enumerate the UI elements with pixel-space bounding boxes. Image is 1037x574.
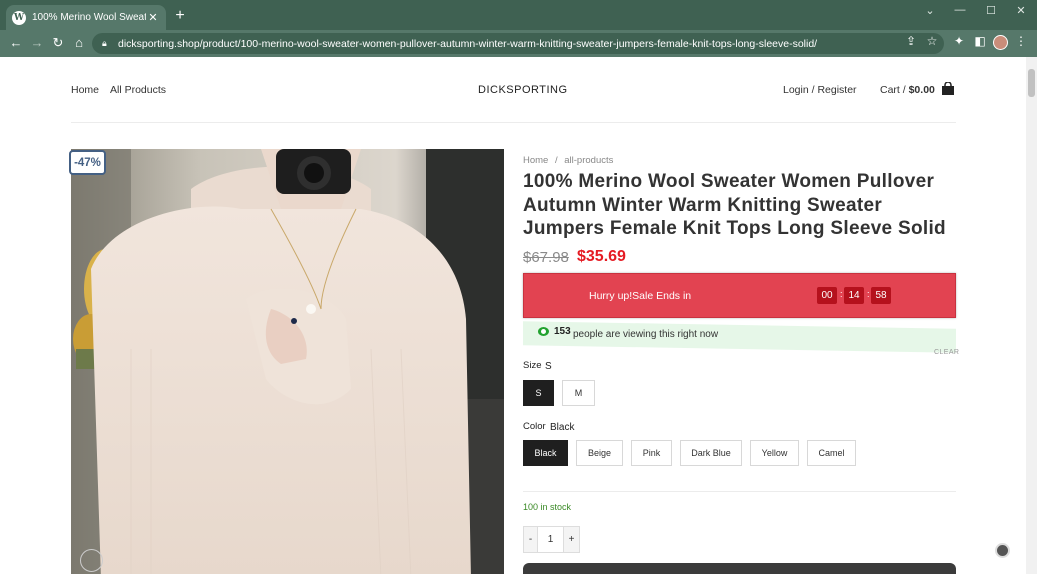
breadcrumb-all-products[interactable]: all-products [564, 155, 613, 166]
tab-title: 100% Merino Wool Sweater Wo [32, 12, 146, 23]
breadcrumb-separator: / [554, 155, 558, 166]
chat-widget-icon[interactable] [995, 543, 1010, 558]
shopping-bag-icon[interactable] [941, 82, 955, 95]
sale-text: Hurry up!Sale Ends in [589, 290, 692, 302]
page-scrollbar[interactable] [1026, 57, 1037, 574]
size-option-s[interactable]: S [523, 380, 554, 406]
tab-search-icon[interactable]: ⌄ [920, 4, 940, 17]
size-selected-value: S [545, 361, 552, 372]
menu-kebab-icon[interactable]: ⋮ [1013, 34, 1029, 48]
lock-icon: 🔒︎ [102, 38, 107, 48]
browser-toolbar: ← → ↻ ⌂ 🔒︎ dicksporting.shop/product/100… [0, 30, 1037, 57]
details-divider [523, 491, 956, 492]
minimize-icon[interactable]: — [950, 4, 970, 16]
sale-countdown-banner: Hurry up!Sale Ends in 00 : 14 : 58 [523, 273, 956, 318]
color-option-black[interactable]: Black [523, 440, 568, 466]
quantity-input[interactable]: 1 [538, 527, 563, 552]
browser-tab-bar: W 100% Merino Wool Sweater Wo ✕ + ⌄ — ☐ … [0, 0, 1037, 30]
eye-pupil [541, 329, 546, 334]
login-register-link[interactable]: Login / Register [783, 84, 857, 96]
quantity-increase-button[interactable]: + [563, 527, 579, 552]
color-selected-value: Black [550, 422, 575, 433]
color-option-pink[interactable]: Pink [631, 440, 672, 466]
nav-all-products[interactable]: All Products [110, 84, 166, 96]
color-option-yellow[interactable]: Yellow [750, 440, 799, 466]
back-icon[interactable]: ← [8, 35, 24, 51]
product-title: 100% Merino Wool Sweater Women Pullover … [523, 171, 946, 239]
browser-tab[interactable]: W 100% Merino Wool Sweater Wo ✕ [6, 5, 166, 30]
sweater-photo [71, 149, 504, 574]
close-tab-icon[interactable]: ✕ [146, 11, 160, 24]
stock-status: 100 in stock [523, 502, 572, 512]
viewing-count: 153 [554, 326, 571, 337]
wordpress-icon: W [12, 10, 26, 25]
clear-selection-link[interactable]: CLEAR [934, 349, 959, 356]
extensions-icon[interactable]: ✦ [951, 34, 967, 48]
forward-icon[interactable]: → [29, 35, 45, 51]
header-divider [71, 122, 956, 123]
cart-link[interactable]: Cart / $0.00 [880, 84, 935, 96]
side-panel-icon[interactable]: ◧ [972, 34, 988, 48]
countdown-separator: : [867, 289, 870, 299]
old-price: $67.98 [523, 249, 569, 266]
quantity-stepper: - 1 + [523, 526, 580, 553]
zoom-icon[interactable] [80, 549, 103, 572]
scrollbar-thumb[interactable] [1028, 69, 1035, 97]
color-option-dark-blue[interactable]: Dark Blue [680, 440, 742, 466]
cart-amount: $0.00 [908, 84, 935, 96]
web-page: Home All Products DICKSPORTING Login / R… [0, 57, 1026, 574]
size-label: Size [523, 360, 542, 371]
profile-avatar[interactable] [993, 35, 1008, 50]
breadcrumb-home[interactable]: Home [523, 155, 548, 166]
nav-home[interactable]: Home [71, 84, 99, 96]
quantity-decrease-button[interactable]: - [524, 527, 538, 552]
countdown-separator: : [840, 289, 843, 299]
color-option-camel[interactable]: Camel [807, 440, 856, 466]
breadcrumb: Home / all-products [523, 155, 617, 166]
reload-icon[interactable]: ↻ [50, 35, 66, 51]
size-option-m[interactable]: M [562, 380, 595, 406]
home-icon[interactable]: ⌂ [71, 35, 87, 51]
countdown-minutes: 14 [844, 287, 864, 304]
sale-price: $35.69 [577, 248, 626, 265]
add-to-cart-button[interactable] [523, 563, 956, 574]
bookmark-star-icon[interactable]: ☆ [924, 34, 940, 48]
cart-label: Cart / [880, 84, 906, 96]
color-option-beige[interactable]: Beige [576, 440, 623, 466]
close-window-icon[interactable]: ✕ [1011, 4, 1031, 17]
address-bar[interactable]: 🔒︎ dicksporting.shop/product/100-merino-… [92, 33, 944, 54]
share-icon[interactable]: ⇪ [903, 34, 919, 48]
viewing-text: people are viewing this right now [573, 329, 719, 340]
site-logo[interactable]: DICKSPORTING [478, 84, 568, 96]
new-tab-icon[interactable]: + [173, 7, 187, 25]
url-text: dicksporting.shop/product/100-merino-woo… [118, 37, 818, 50]
countdown-hours: 00 [817, 287, 837, 304]
maximize-icon[interactable]: ☐ [981, 4, 1001, 17]
color-label: Color [523, 421, 546, 432]
countdown-seconds: 58 [871, 287, 891, 304]
product-image[interactable] [71, 149, 504, 574]
discount-badge: -47% [69, 150, 106, 175]
